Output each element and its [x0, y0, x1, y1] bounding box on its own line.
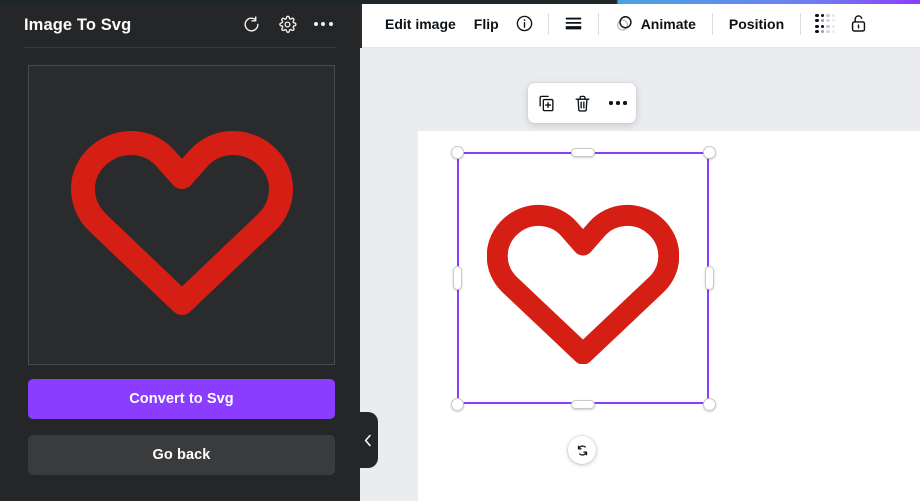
panel-more-options-button[interactable] — [308, 9, 338, 39]
convert-to-svg-button[interactable]: Convert to Svg — [28, 379, 335, 419]
settings-button[interactable] — [272, 9, 302, 39]
page-title: Image To Svg — [24, 15, 132, 34]
info-circle-icon — [516, 15, 532, 32]
toolbar-layers[interactable] — [556, 8, 591, 40]
chevron-left-icon — [364, 434, 371, 446]
toolbar-lock[interactable] — [842, 8, 875, 40]
delete-button[interactable] — [568, 89, 596, 117]
toolbar-animate-label: Animate — [640, 15, 696, 32]
refresh-icon — [243, 15, 259, 32]
heart-graphic[interactable] — [487, 192, 679, 364]
toolbar-info[interactable] — [508, 8, 541, 40]
toolbar-divider-3 — [711, 12, 713, 35]
refresh-button[interactable] — [236, 9, 266, 39]
toolbar-edit-image[interactable]: Edit image — [376, 8, 465, 40]
toolbar-transparency[interactable] — [808, 8, 842, 40]
toolbar-position[interactable]: Position — [720, 8, 793, 40]
side-panel-header: Image To Svg — [0, 0, 360, 48]
rotate-icon — [577, 444, 587, 456]
duplicate-button[interactable] — [532, 89, 560, 117]
unlocked-padlock-icon — [851, 15, 866, 32]
resize-handle-top-right[interactable] — [702, 145, 716, 159]
duplicate-icon — [538, 95, 554, 111]
collapse-panel-button[interactable] — [358, 412, 378, 468]
editor-toolbar: Edit image Flip Animate Position — [360, 0, 920, 48]
resize-handle-top[interactable] — [571, 147, 595, 157]
resize-handle-top-left[interactable] — [450, 145, 464, 159]
heart-preview-icon — [70, 131, 293, 315]
element-context-toolbar — [528, 83, 636, 123]
trash-icon — [574, 95, 590, 112]
page-loading-strip — [0, 0, 920, 4]
animate-circles-icon — [616, 16, 632, 31]
toolbar-divider-2 — [597, 12, 599, 35]
layers-bars-icon — [565, 17, 581, 30]
transparency-dots-icon — [815, 13, 835, 34]
toolbar-divider-4 — [800, 12, 802, 35]
more-options-button[interactable] — [604, 89, 632, 117]
toolbar-flip-label: Flip — [473, 15, 499, 32]
image-preview[interactable] — [28, 65, 335, 365]
rotate-handle[interactable] — [568, 436, 596, 464]
toolbar-position-label: Position — [728, 15, 785, 32]
toolbar-animate[interactable]: Animate — [606, 8, 705, 40]
go-back-button[interactable]: Go back — [28, 435, 335, 475]
toolbar-flip[interactable]: Flip — [465, 8, 508, 40]
toolbar-divider-1 — [547, 12, 549, 35]
resize-handle-left[interactable] — [452, 266, 462, 290]
resize-handle-bottom[interactable] — [571, 399, 595, 409]
editor-area: Edit image Flip Animate Position — [360, 0, 920, 501]
more-options-icon — [609, 101, 627, 105]
side-panel: Image To Svg Convert to Svg Go back — [0, 0, 360, 501]
toolbar-edit-image-label: Edit image — [385, 15, 456, 32]
resize-handle-bottom-right[interactable] — [702, 397, 716, 411]
more-options-icon — [313, 22, 333, 26]
settings-gear-icon — [278, 15, 296, 33]
resize-handle-right[interactable] — [704, 266, 714, 290]
resize-handle-bottom-left[interactable] — [450, 397, 464, 411]
